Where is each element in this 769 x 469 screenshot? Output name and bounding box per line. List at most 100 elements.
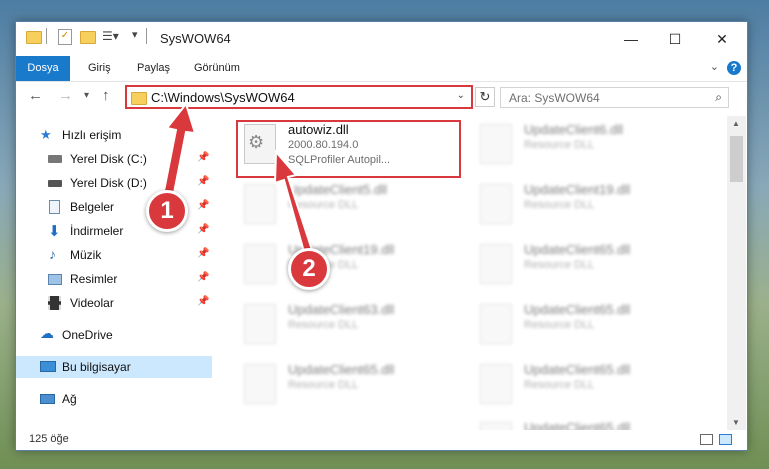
- file-item[interactable]: UpdateClient63.dll Resource DLL: [240, 298, 470, 354]
- drive-icon: [48, 180, 62, 187]
- large-icons-view-icon[interactable]: [719, 434, 732, 445]
- file-name: UpdateClient65.dll: [524, 302, 631, 317]
- up-arrow-icon[interactable]: ↑: [102, 87, 110, 104]
- star-icon: ★: [40, 127, 52, 142]
- dll-file-icon: [480, 244, 512, 284]
- file-item[interactable]: UpdateClient6.dll Resource DLL: [476, 118, 706, 174]
- sidebar-item-label: Bu bilgisayar: [62, 360, 131, 374]
- pin-icon[interactable]: 📌: [197, 176, 209, 187]
- sidebar-item-label: Yerel Disk (C:): [70, 152, 147, 166]
- help-icon[interactable]: ?: [727, 61, 741, 75]
- file-item[interactable]: UpdateClient65.dll Resource DLL: [476, 416, 706, 430]
- download-arrow-icon: ⬇: [48, 223, 61, 240]
- chevron-down-icon[interactable]: ⌄: [457, 90, 465, 101]
- pin-icon[interactable]: 📌: [197, 200, 209, 211]
- close-button[interactable]: ✕: [708, 28, 736, 50]
- file-item[interactable]: UpdateClient65.dll Resource DLL: [476, 358, 706, 414]
- pin-icon[interactable]: 📌: [197, 152, 209, 163]
- file-item[interactable]: UpdateClient65.dll Resource DLL: [476, 298, 706, 354]
- sidebar-item-pictures[interactable]: Resimler 📌: [16, 268, 212, 290]
- navigation-pane: ★ Hızlı erişim Yerel Disk (C:) 📌 Yerel D…: [16, 116, 212, 430]
- file-name: UpdateClient65.dll: [524, 362, 631, 377]
- folder-icon: [26, 31, 42, 44]
- file-type: Resource DLL: [288, 199, 359, 211]
- sidebar-item-local-disk-c[interactable]: Yerel Disk (C:) 📌: [16, 148, 212, 170]
- new-folder-icon[interactable]: [80, 31, 96, 44]
- highlight-box: [236, 120, 461, 178]
- file-item[interactable]: UpdateClient5.dll Resource DLL: [240, 178, 470, 234]
- sidebar-item-this-pc[interactable]: Bu bilgisayar: [16, 356, 212, 378]
- pin-icon[interactable]: 📌: [197, 296, 209, 307]
- file-item[interactable]: UpdateClient19.dll Resource DLL: [476, 178, 706, 234]
- search-icon[interactable]: ⌕: [715, 90, 722, 105]
- recent-locations-icon[interactable]: ▾: [84, 90, 89, 101]
- tab-home[interactable]: Giriş: [88, 56, 111, 81]
- file-explorer-window: ✓ ☰▾ ▾ SysWOW64 — ☐ ✕ Dosya Giriş Paylaş…: [15, 21, 748, 451]
- file-item[interactable]: UpdateClient19.dll Resource DLL: [240, 238, 470, 294]
- step-2-badge: 2: [288, 248, 330, 290]
- refresh-icon[interactable]: ↻: [475, 87, 495, 107]
- dll-file-icon: [244, 304, 276, 344]
- sidebar-item-label: Müzik: [70, 248, 102, 262]
- sidebar-item-label: Yerel Disk (D:): [70, 176, 147, 190]
- sidebar-item-local-disk-d[interactable]: Yerel Disk (D:) 📌: [16, 172, 212, 194]
- file-type: Resource DLL: [524, 379, 595, 391]
- pin-icon[interactable]: 📌: [197, 272, 209, 283]
- forward-arrow-icon[interactable]: →: [58, 87, 73, 104]
- film-icon: [48, 296, 61, 310]
- details-view-icon[interactable]: [700, 434, 713, 445]
- address-bar[interactable]: C:\Windows\SysWOW64 ⌄: [125, 85, 473, 109]
- back-arrow-icon[interactable]: ←: [28, 87, 43, 104]
- sidebar-item-videos[interactable]: Videolar 📌: [16, 292, 212, 314]
- sidebar-item-quick-access[interactable]: ★ Hızlı erişim: [16, 124, 212, 146]
- music-note-icon: ♪: [49, 246, 56, 262]
- file-type: Resource DLL: [524, 259, 595, 271]
- step-1-badge: 1: [146, 190, 188, 232]
- divider: [46, 28, 47, 44]
- status-bar: 125 öğe: [16, 430, 747, 450]
- customize-toolbar-icon[interactable]: ☰▾: [102, 29, 119, 43]
- dll-file-icon: [244, 184, 276, 224]
- sidebar-item-label: OneDrive: [62, 328, 113, 342]
- tab-share[interactable]: Paylaş: [137, 56, 170, 81]
- picture-icon: [48, 274, 62, 285]
- quick-access-dropdown-icon[interactable]: ▾: [132, 28, 138, 41]
- scrollbar-thumb[interactable]: [730, 136, 743, 182]
- maximize-button[interactable]: ☐: [661, 28, 689, 50]
- scroll-up-icon[interactable]: ▲: [732, 119, 740, 128]
- file-type: Resource DLL: [524, 139, 595, 151]
- search-box[interactable]: Ara: SysWOW64 ⌕: [500, 87, 729, 108]
- cloud-icon: ☁: [40, 325, 54, 341]
- dll-file-icon: [480, 184, 512, 224]
- tab-file[interactable]: Dosya: [16, 56, 70, 81]
- sidebar-item-music[interactable]: ♪ Müzik 📌: [16, 244, 212, 266]
- sidebar-item-onedrive[interactable]: ☁ OneDrive: [16, 324, 212, 346]
- vertical-scrollbar[interactable]: ▲ ▼: [727, 116, 746, 430]
- pin-icon[interactable]: 📌: [197, 248, 209, 259]
- sidebar-item-label: Resimler: [70, 272, 118, 286]
- ribbon-tabs: Dosya Giriş Paylaş Görünüm ⌄ ?: [16, 56, 747, 82]
- tab-view[interactable]: Görünüm: [194, 56, 240, 81]
- scroll-down-icon[interactable]: ▼: [732, 418, 740, 427]
- drive-icon: [48, 155, 62, 163]
- file-name: UpdateClient6.dll: [524, 122, 624, 137]
- file-name: UpdateClient65.dll: [524, 420, 631, 430]
- document-icon: [49, 200, 60, 214]
- ribbon-expand-icon[interactable]: ⌄: [710, 60, 719, 73]
- minimize-button[interactable]: —: [617, 28, 645, 50]
- file-type: Resource DLL: [524, 319, 595, 331]
- file-item[interactable]: UpdateClient65.dll Resource DLL: [476, 238, 706, 294]
- sidebar-item-label: Ağ: [62, 392, 77, 406]
- pin-icon[interactable]: 📌: [197, 224, 209, 235]
- navigation-bar: ← → ▾ ↑ C:\Windows\SysWOW64 ⌄ ↻ Ara: Sys…: [16, 82, 747, 114]
- dll-file-icon: [244, 244, 276, 284]
- file-name: UpdateClient65.dll: [524, 242, 631, 257]
- address-path[interactable]: C:\Windows\SysWOW64: [151, 90, 295, 105]
- sidebar-item-network[interactable]: Ağ: [16, 388, 212, 410]
- file-item[interactable]: UpdateClient65.dll Resource DLL: [240, 358, 470, 414]
- sidebar-item-label: Belgeler: [70, 200, 115, 214]
- search-input[interactable]: Ara: SysWOW64: [509, 91, 600, 105]
- file-name: UpdateClient65.dll: [288, 362, 395, 377]
- file-type: Resource DLL: [288, 319, 359, 331]
- properties-icon[interactable]: ✓: [58, 29, 72, 45]
